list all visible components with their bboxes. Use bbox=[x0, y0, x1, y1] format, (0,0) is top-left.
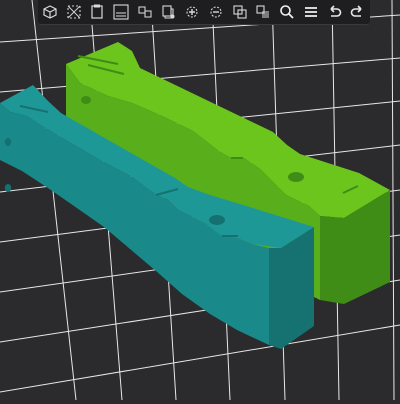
search-icon bbox=[278, 3, 296, 21]
paste-button[interactable] bbox=[88, 2, 106, 22]
undo-icon bbox=[325, 3, 343, 21]
redo-icon bbox=[349, 3, 367, 21]
copy-button[interactable] bbox=[112, 2, 130, 22]
copy-icon bbox=[112, 3, 130, 21]
split-objects-icon bbox=[231, 3, 249, 21]
3d-viewport[interactable] bbox=[0, 0, 400, 401]
teal-part-hole-3 bbox=[209, 215, 225, 225]
undo-button[interactable] bbox=[325, 2, 343, 22]
wireframe-button[interactable] bbox=[65, 2, 83, 22]
list-button[interactable] bbox=[302, 2, 320, 22]
arrange-icon bbox=[136, 3, 154, 21]
split-parts-button[interactable] bbox=[254, 2, 272, 22]
add-cube-icon bbox=[41, 3, 59, 21]
remove-instance-button[interactable] bbox=[207, 2, 225, 22]
duplicate-icon bbox=[159, 3, 177, 21]
scene-svg bbox=[0, 0, 400, 401]
green-part-hole-1 bbox=[81, 96, 91, 104]
split-objects-button[interactable] bbox=[231, 2, 249, 22]
add-instance-icon bbox=[183, 3, 201, 21]
add-cube-button[interactable] bbox=[41, 2, 59, 22]
paste-icon bbox=[88, 3, 106, 21]
teal-part-hole-2 bbox=[4, 184, 12, 192]
split-parts-icon bbox=[254, 3, 272, 21]
list-icon bbox=[302, 3, 320, 21]
wireframe-icon bbox=[65, 3, 83, 21]
arrange-button[interactable] bbox=[136, 2, 154, 22]
green-part-hole-2 bbox=[288, 172, 304, 182]
redo-button[interactable] bbox=[349, 2, 367, 22]
add-instance-button[interactable] bbox=[183, 2, 201, 22]
remove-instance-icon bbox=[207, 3, 225, 21]
top-toolbar bbox=[38, 0, 370, 25]
search-button[interactable] bbox=[278, 2, 296, 22]
duplicate-button[interactable] bbox=[159, 2, 177, 22]
teal-part-hole-1 bbox=[4, 138, 12, 146]
